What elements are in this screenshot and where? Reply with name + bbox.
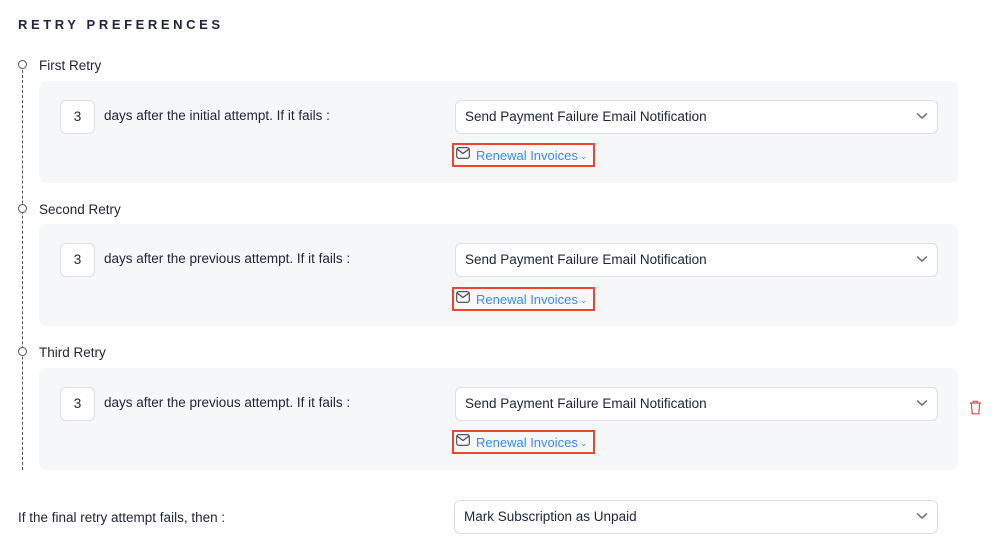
final-action-label: If the final retry attempt fails, then : xyxy=(18,510,226,525)
section-title: RETRY PREFERENCES xyxy=(18,17,224,32)
timeline-node xyxy=(18,204,27,213)
email-template-link[interactable]: Renewal Invoices ⌄ xyxy=(452,287,595,311)
caret-down-icon: ⌄ xyxy=(579,437,588,448)
timeline-node xyxy=(18,347,27,356)
action-select[interactable]: Send Payment Failure Email Notification xyxy=(455,100,938,134)
chevron-down-icon xyxy=(916,112,928,120)
chevron-down-icon xyxy=(916,399,928,407)
email-template-link[interactable]: Renewal Invoices ⌄ xyxy=(452,143,595,167)
retry-card: 3 days after the previous attempt. If it… xyxy=(39,368,958,470)
retry-card: 3 days after the initial attempt. If it … xyxy=(39,81,958,183)
action-select[interactable]: Send Payment Failure Email Notification xyxy=(455,387,938,421)
retry-label: Third Retry xyxy=(39,345,106,360)
caret-down-icon: ⌄ xyxy=(579,294,588,305)
days-text: days after the initial attempt. If it fa… xyxy=(104,108,330,123)
days-text: days after the previous attempt. If it f… xyxy=(104,251,351,266)
email-template-link[interactable]: Renewal Invoices ⌄ xyxy=(452,430,595,454)
retry-label: First Retry xyxy=(39,58,102,73)
mail-icon xyxy=(456,147,470,159)
trash-icon[interactable] xyxy=(969,400,982,415)
chevron-down-icon xyxy=(916,255,928,263)
action-select-value: Send Payment Failure Email Notification xyxy=(465,109,707,124)
action-select-value: Send Payment Failure Email Notification xyxy=(465,252,707,267)
email-template-label: Renewal Invoices xyxy=(476,147,578,163)
mail-icon xyxy=(456,434,470,446)
action-select-value: Send Payment Failure Email Notification xyxy=(465,396,707,411)
final-action-select[interactable]: Mark Subscription as Unpaid xyxy=(454,500,938,534)
days-input[interactable]: 3 xyxy=(60,100,95,134)
mail-icon xyxy=(456,291,470,303)
caret-down-icon: ⌄ xyxy=(579,150,588,161)
days-input[interactable]: 3 xyxy=(60,243,95,277)
days-input[interactable]: 3 xyxy=(60,387,95,421)
email-template-label: Renewal Invoices xyxy=(476,434,578,450)
retry-label: Second Retry xyxy=(39,202,121,217)
email-template-label: Renewal Invoices xyxy=(476,291,578,307)
timeline-node xyxy=(18,60,27,69)
chevron-down-icon xyxy=(916,512,928,520)
retry-card: 3 days after the previous attempt. If it… xyxy=(39,224,958,326)
timeline-line xyxy=(22,70,23,470)
action-select[interactable]: Send Payment Failure Email Notification xyxy=(455,243,938,277)
days-text: days after the previous attempt. If it f… xyxy=(104,395,351,410)
final-action-value: Mark Subscription as Unpaid xyxy=(464,509,637,524)
